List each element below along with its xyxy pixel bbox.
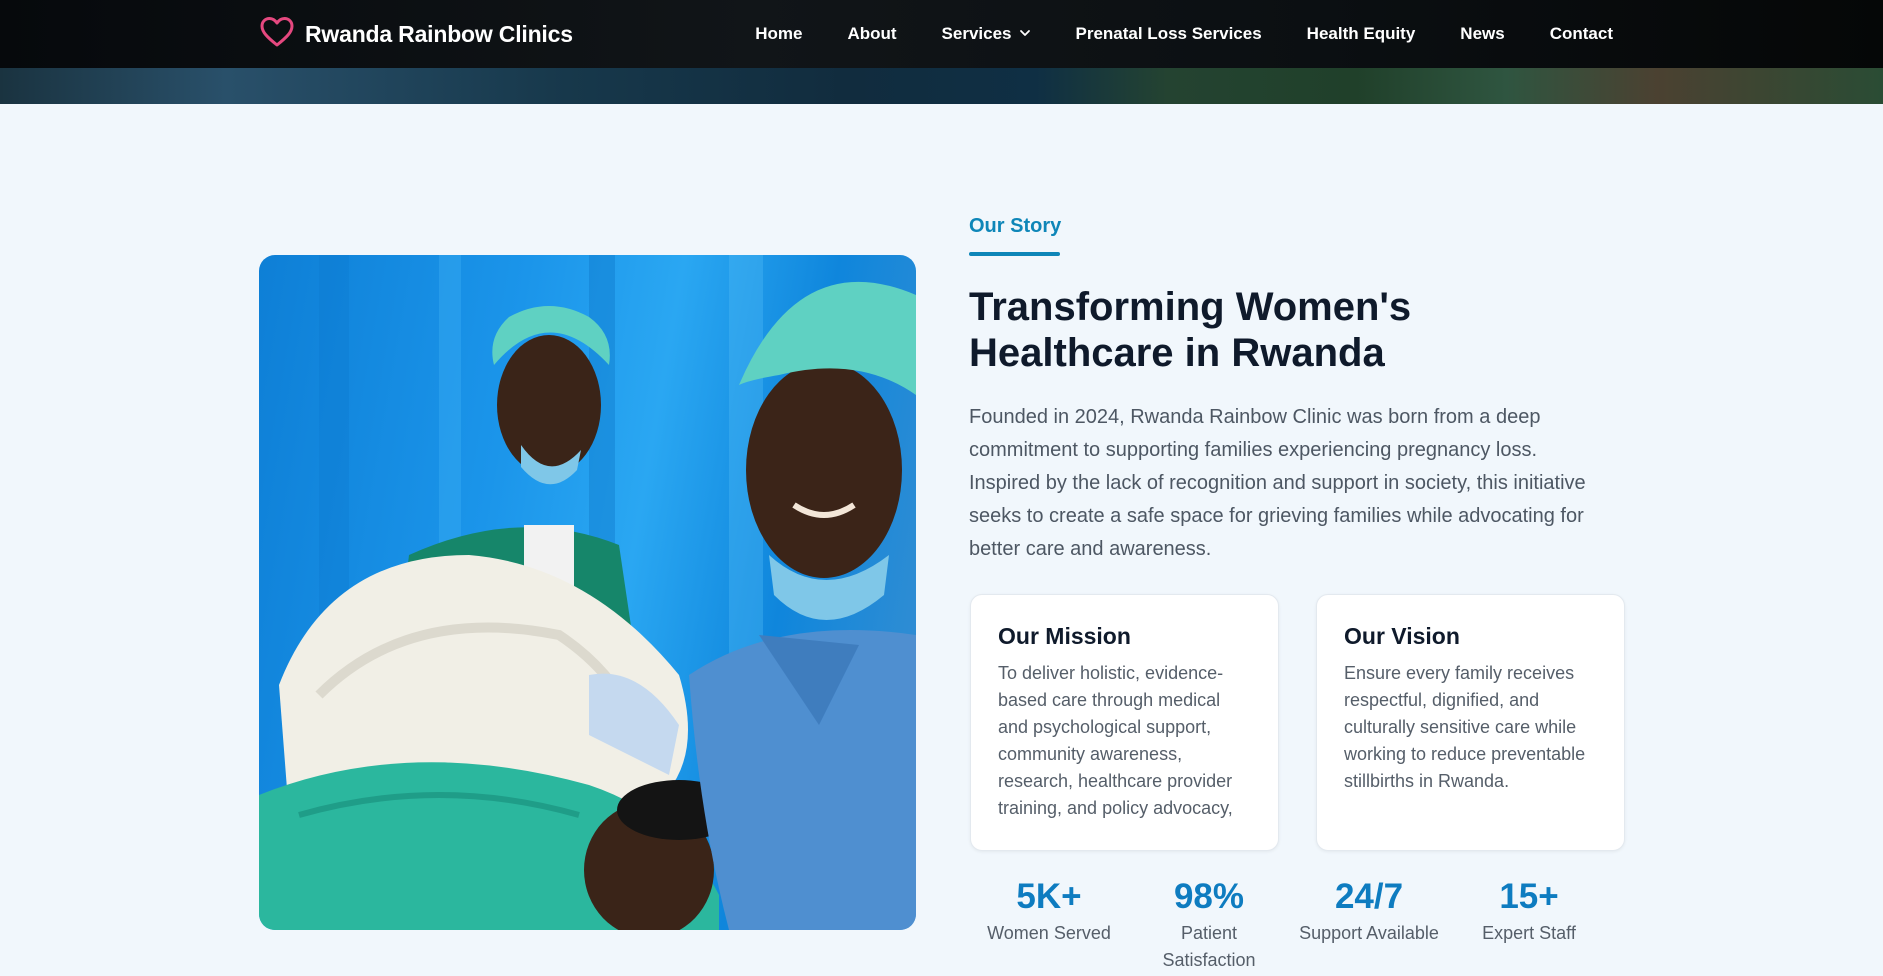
chevron-down-icon [1019, 24, 1031, 44]
brand-name: Rwanda Rainbow Clinics [305, 20, 573, 47]
stat-label: Patient Satisfaction [1162, 923, 1256, 970]
section-kicker: Our Story [969, 215, 1062, 237]
mission-title: Our Mission [998, 623, 1131, 649]
vision-title: Our Vision [1344, 623, 1460, 649]
section-headline: Transforming Women's Healthcare in Rwand… [969, 285, 1412, 375]
stat-value: 24/7 [1334, 877, 1404, 916]
main-nav: Home About Services Prenatal Loss Servic… [755, 0, 1613, 68]
stat-label: Support Available [1299, 923, 1439, 943]
story-intro: Founded in 2024, Rwanda Rainbow Clinic w… [969, 406, 1586, 560]
hero-image-edge [0, 68, 1883, 104]
nav-home[interactable]: Home [755, 24, 802, 44]
stat-support-available: 24/7 Support Available [1289, 874, 1449, 974]
stat-women-served: 5K+ Women Served [969, 874, 1129, 974]
stat-expert-staff: 15+ Expert Staff [1449, 874, 1609, 974]
stat-value: 98% [1173, 877, 1245, 916]
nav-contact[interactable]: Contact [1550, 24, 1613, 44]
vision-card: Our Vision Ensure every family receives … [1316, 594, 1625, 851]
mission-card: Our Mission To deliver holistic, evidenc… [970, 594, 1279, 851]
brand-logo-link[interactable]: Rwanda Rainbow Clinics [259, 14, 573, 54]
vision-text: Ensure every family receives respectful,… [1344, 663, 1586, 791]
nav-services[interactable]: Services [942, 24, 1031, 44]
stat-value: 5K+ [1016, 877, 1082, 916]
nav-news[interactable]: News [1460, 24, 1504, 44]
mission-text: To deliver holistic, evidence-based care… [998, 663, 1233, 818]
heart-icon [259, 16, 295, 53]
nav-services-label: Services [941, 24, 1012, 43]
nav-health-equity[interactable]: Health Equity [1307, 24, 1416, 44]
nav-about[interactable]: About [847, 24, 896, 44]
clinic-staff-photo [259, 255, 916, 930]
stat-value: 15+ [1499, 877, 1559, 916]
stat-patient-satisfaction: 98% Patient Satisfaction [1129, 874, 1289, 974]
nav-prenatal-loss-services[interactable]: Prenatal Loss Services [1076, 24, 1262, 44]
stats-row: 5K+ Women Served 98% Patient Satisfactio… [969, 874, 1609, 974]
site-header: Rwanda Rainbow Clinics Home About Servic… [0, 0, 1883, 68]
kicker-underline [969, 252, 1060, 256]
stat-label: Expert Staff [1482, 923, 1576, 943]
stat-label: Women Served [987, 923, 1111, 943]
